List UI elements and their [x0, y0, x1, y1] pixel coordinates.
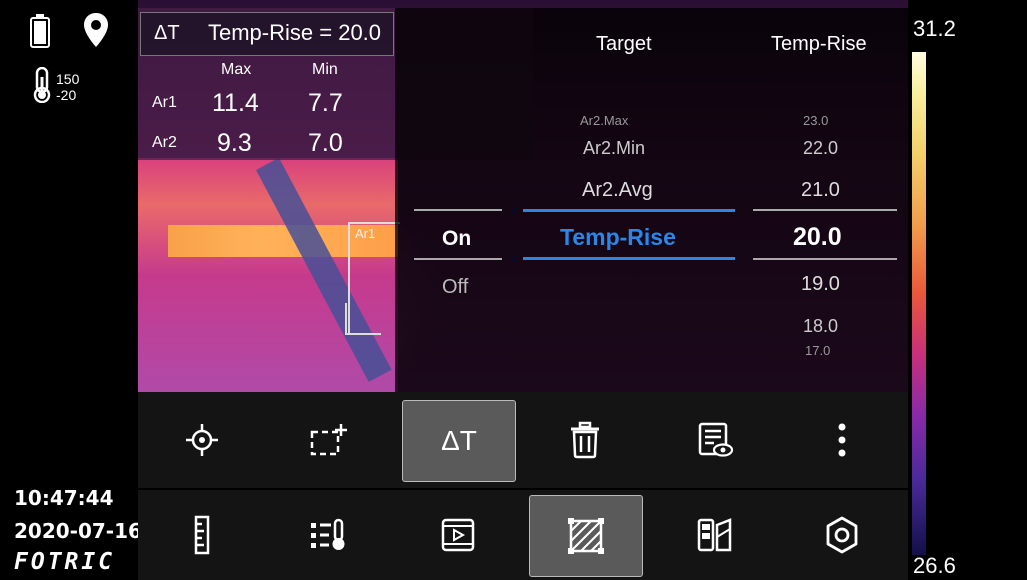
- toggle-wheel-line-bottom: [414, 258, 502, 260]
- clock-time: 10:47:44: [14, 486, 114, 510]
- value-option[interactable]: 18.0: [803, 316, 838, 337]
- image-hatch-icon: [568, 518, 604, 554]
- location-pin-icon: [84, 13, 108, 52]
- add-area-icon: [310, 424, 347, 456]
- row-max: 11.4: [212, 89, 259, 117]
- crosshair-icon: [186, 424, 218, 456]
- area-ar1-corner: [345, 303, 381, 335]
- value-option[interactable]: 17.0: [805, 343, 830, 358]
- measure-list-button[interactable]: [273, 495, 385, 575]
- thermometer-list-icon: [311, 518, 345, 550]
- crosshair-button[interactable]: [146, 400, 258, 480]
- settings-icon: [826, 516, 858, 554]
- more-vertical-icon: [838, 423, 846, 457]
- range-low: -20: [56, 87, 77, 103]
- value-wheel-line-top: [753, 209, 897, 211]
- delta-t-button[interactable]: ΔT: [402, 400, 516, 482]
- row-max: 9.3: [217, 129, 252, 157]
- value-option[interactable]: 23.0: [803, 113, 828, 128]
- delta-t-symbol: ΔT: [154, 22, 180, 44]
- ruler-button[interactable]: [146, 495, 258, 575]
- picker-value-title: Temp-Rise: [771, 33, 867, 55]
- value-option[interactable]: 21.0: [801, 179, 840, 202]
- target-option[interactable]: Ar2.Avg: [582, 179, 653, 202]
- tool-bar-bottom: [138, 490, 908, 580]
- report-view-icon: [698, 422, 734, 457]
- target-wheel-line-top: [523, 209, 735, 212]
- target-option[interactable]: Ar2.Min: [583, 138, 645, 159]
- colorbar-max: 31.2: [913, 16, 956, 41]
- palette-icon: [697, 518, 732, 552]
- video-button[interactable]: [402, 495, 514, 575]
- date: 2020-07-16: [14, 519, 142, 543]
- palette-button[interactable]: [659, 495, 771, 575]
- col-min-label: Min: [312, 61, 338, 78]
- thermometer-range-icon: [32, 66, 52, 108]
- settings-button[interactable]: [786, 495, 898, 575]
- value-option[interactable]: 22.0: [803, 138, 838, 159]
- area-ar1-label: Ar1: [355, 226, 376, 241]
- picker-target-title: Target: [596, 33, 652, 55]
- row-name: Ar1: [152, 94, 177, 111]
- trash-icon: [571, 421, 599, 459]
- toggle-off-option[interactable]: Off: [442, 276, 468, 299]
- toggle-on-option[interactable]: On: [442, 227, 471, 251]
- add-area-button[interactable]: [273, 400, 385, 480]
- ruler-icon: [194, 515, 210, 555]
- col-max-label: Max: [221, 61, 252, 78]
- row-name: Ar2: [152, 134, 177, 151]
- delete-button[interactable]: [529, 400, 641, 480]
- tool-bar-top: ΔT: [138, 392, 908, 488]
- battery-icon: [30, 14, 50, 53]
- report-view-button[interactable]: [659, 400, 771, 480]
- value-option-selected[interactable]: 20.0: [793, 223, 842, 252]
- row-min: 7.0: [308, 129, 343, 157]
- colorbar-min: 26.6: [913, 553, 956, 578]
- image-mode-button[interactable]: [529, 495, 643, 577]
- temp-rise-header-text: Temp-Rise = 20.0: [208, 20, 382, 45]
- target-wheel-line-bottom: [523, 257, 735, 260]
- toggle-wheel-line-top: [414, 209, 502, 211]
- target-option[interactable]: Ar2.Max: [580, 113, 628, 128]
- value-option[interactable]: 19.0: [801, 273, 840, 296]
- row-min: 7.7: [308, 89, 343, 117]
- range-high: 150: [56, 71, 80, 87]
- brand-logo: FOTRIC: [14, 549, 116, 575]
- delta-t-icon: ΔT: [441, 425, 477, 456]
- value-wheel-line-bottom: [753, 258, 897, 260]
- target-option-selected[interactable]: Temp-Rise: [560, 224, 676, 251]
- color-scale-bar[interactable]: [912, 52, 926, 555]
- more-button[interactable]: [786, 400, 898, 480]
- video-icon: [441, 518, 475, 552]
